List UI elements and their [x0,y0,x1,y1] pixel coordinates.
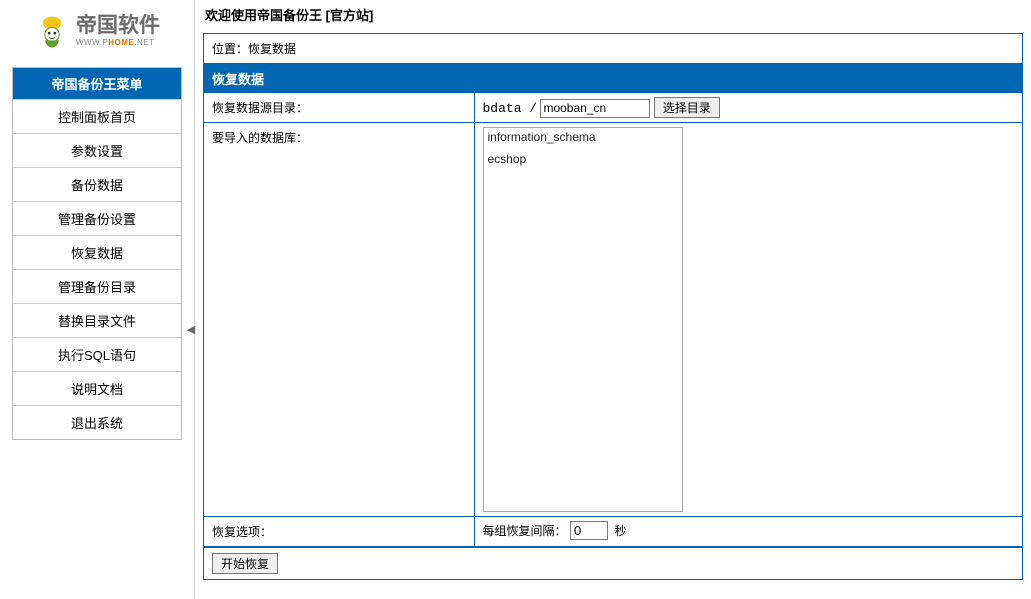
menu-item-restore[interactable]: 恢复数据 [13,235,181,269]
menu-item-backup[interactable]: 备份数据 [13,167,181,201]
start-restore-button[interactable]: 开始恢复 [212,553,278,574]
restore-option-cell: 每组恢复间隔： 秒 [474,517,1022,547]
menu-item-docs[interactable]: 说明文档 [13,371,181,405]
source-dir-input[interactable] [540,99,650,118]
sidebar-menu: 帝国备份王菜单 控制面板首页 参数设置 备份数据 管理备份设置 恢复数据 管理备… [12,67,182,440]
menu-item-manage-backup-dir[interactable]: 管理备份目录 [13,269,181,303]
logo-text-en: WWW.PHOME.NET [76,38,155,48]
sidebar: 帝国软件 WWW.PHOME.NET 帝国备份王菜单 控制面板首页 参数设置 备… [0,0,195,599]
db-option[interactable]: ecshop [484,150,682,168]
logo-text-cn: 帝国软件 [76,15,160,36]
menu-item-replace-files[interactable]: 替换目录文件 [13,303,181,337]
page-title: 欢迎使用帝国备份王 [官方站] [203,2,1023,33]
menu-item-manage-backup-config[interactable]: 管理备份设置 [13,201,181,235]
logo-area: 帝国软件 WWW.PHOME.NET [12,5,182,67]
source-dir-label: 恢复数据源目录： [204,93,474,123]
source-dir-prefix: bdata / [483,101,538,116]
content-box: 位置：恢复数据 恢复数据 恢复数据源目录： bdata / 选择目录 要导入的数… [203,33,1023,580]
main-content: 欢迎使用帝国备份王 [官方站] 位置：恢复数据 恢复数据 恢复数据源目录： bd… [195,0,1031,599]
mascot-icon [34,13,70,49]
db-option[interactable]: information_schema [484,128,682,146]
footer-row: 开始恢复 [204,547,1022,579]
collapse-handle-icon[interactable]: ◀ [187,320,195,338]
db-option[interactable] [484,180,682,184]
interval-unit: 秒 [615,524,627,538]
source-dir-cell: bdata / 选择目录 [474,93,1022,123]
menu-item-dashboard[interactable]: 控制面板首页 [13,99,181,133]
choose-dir-button[interactable]: 选择目录 [654,97,720,118]
section-title: 恢复数据 [204,64,1022,93]
import-db-cell: information_schema ecshop [474,123,1022,517]
restore-option-label: 恢复选项： [204,517,474,547]
import-db-label: 要导入的数据库： [204,123,474,517]
menu-item-run-sql[interactable]: 执行SQL语句 [13,337,181,371]
menu-title: 帝国备份王菜单 [13,68,181,99]
interval-label: 每组恢复间隔： [483,524,567,538]
interval-input[interactable] [570,521,608,540]
menu-item-settings[interactable]: 参数设置 [13,133,181,167]
menu-item-logout[interactable]: 退出系统 [13,405,181,439]
breadcrumb: 位置：恢复数据 [204,34,1022,64]
database-listbox[interactable]: information_schema ecshop [483,127,683,512]
restore-form-table: 恢复数据源目录： bdata / 选择目录 要导入的数据库： informati… [204,93,1022,547]
